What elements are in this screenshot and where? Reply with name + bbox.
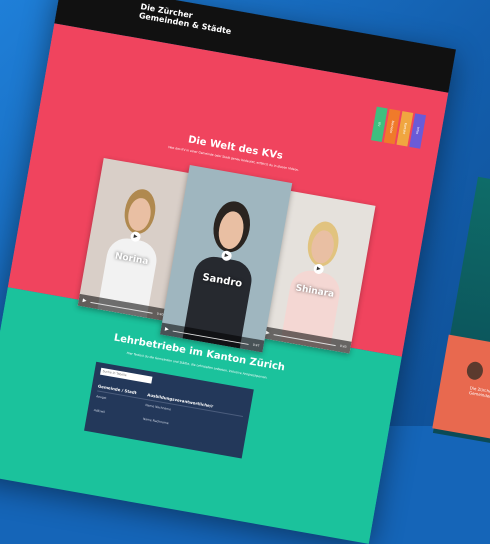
preview-avatar: [465, 360, 485, 381]
preview-text: Die Zürcher Gemeinden: [468, 385, 490, 400]
video-time: 0:47: [252, 342, 260, 348]
column-header-place[interactable]: Gemeinde / Stadt: [98, 383, 148, 397]
video-time: 0:43: [339, 343, 347, 349]
companies-table: Suche in Tabelle Gemeinde / Stadt Ausbil…: [84, 361, 254, 459]
play-pause-icon[interactable]: ▶: [164, 326, 169, 333]
cell-contact: Name Nachname: [145, 402, 172, 412]
cell-place: Adliswil: [93, 408, 106, 414]
cell-contact: Name Nachname: [142, 416, 169, 426]
play-pause-icon[interactable]: ▶: [82, 298, 87, 305]
website-screenshot: Die Zürcher Gemeinden & Städte KV Betrieb…: [0, 0, 456, 544]
site-logo[interactable]: Die Zürcher Gemeinden & Städte: [138, 2, 233, 36]
nav-tabs: KV Betriebe Kontakt Infos: [370, 106, 427, 149]
